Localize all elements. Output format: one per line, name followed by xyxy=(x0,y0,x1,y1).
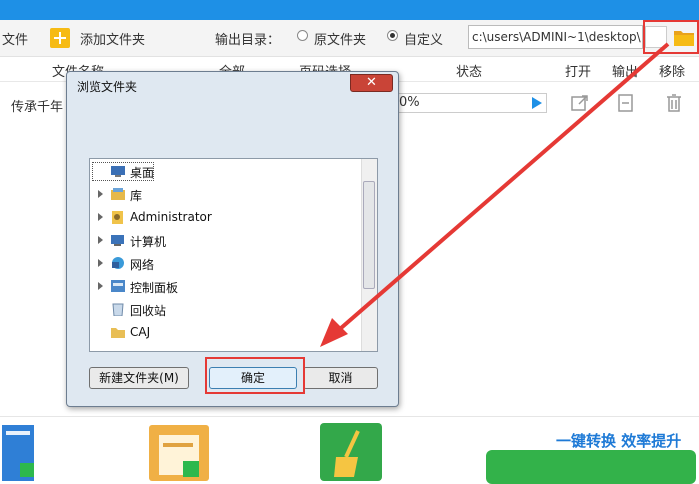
clear-list-icon[interactable] xyxy=(320,423,382,481)
add-file-icon[interactable] xyxy=(0,425,40,481)
add-folder-big-icon[interactable] xyxy=(147,423,211,481)
convert-button[interactable] xyxy=(486,450,696,484)
bottom-divider xyxy=(0,416,699,417)
annotation-arrow xyxy=(320,42,670,347)
brand-slogan: 一键转换 效率提升 xyxy=(556,432,682,450)
